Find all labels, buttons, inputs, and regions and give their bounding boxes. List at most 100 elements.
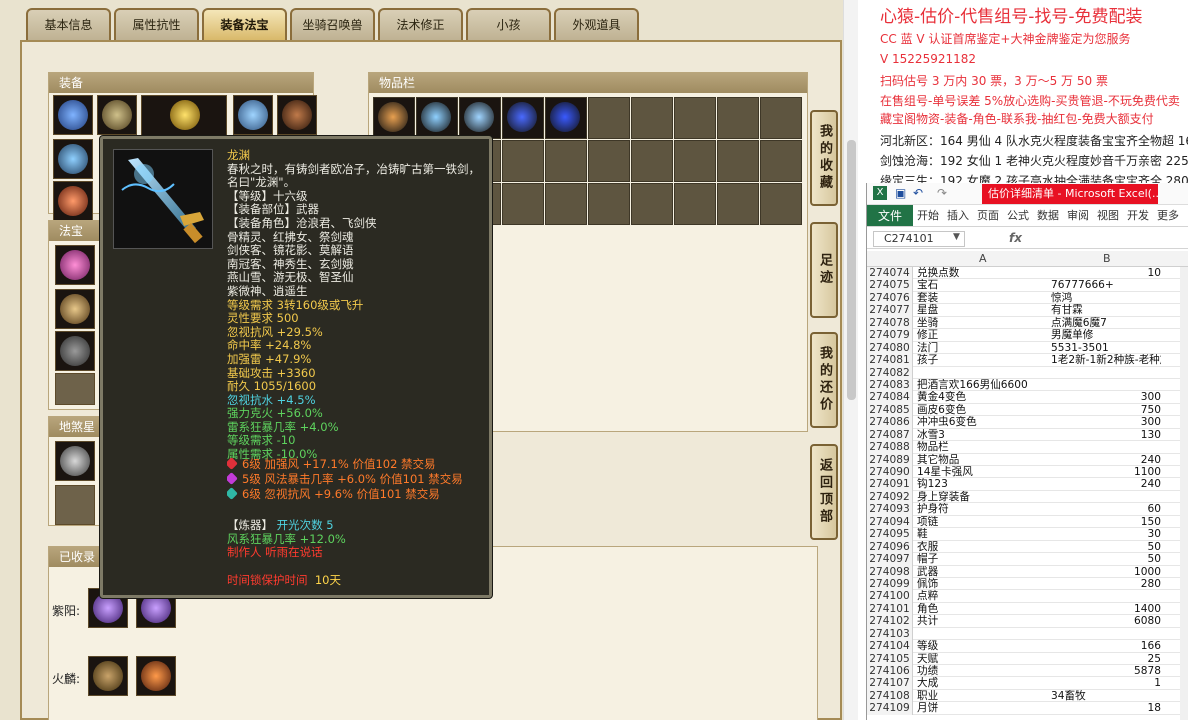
inventory-slot[interactable]	[674, 140, 716, 182]
ribbon-tab[interactable]: 插入	[943, 205, 973, 226]
cell-a[interactable]: 修正	[917, 329, 1049, 341]
tab-0[interactable]: 基本信息	[26, 8, 111, 40]
cell-b[interactable]: 76777666+	[1051, 279, 1161, 291]
row-number[interactable]: 274095	[867, 528, 913, 541]
cell-b[interactable]: 10	[1051, 267, 1161, 279]
inventory-slot[interactable]	[631, 183, 673, 225]
chevron-down-icon[interactable]: ▼	[953, 232, 960, 242]
cell-a[interactable]: 天赋	[917, 653, 1049, 665]
cell-a[interactable]: 身上穿装备	[917, 491, 1049, 503]
row-number[interactable]: 274097	[867, 553, 913, 566]
inventory-slot[interactable]	[760, 97, 802, 139]
inventory-slot[interactable]	[545, 97, 587, 139]
row-number[interactable]: 274088	[867, 441, 913, 454]
table-row[interactable]: 274092 身上穿装备	[867, 490, 1188, 504]
table-row[interactable]: 274100 点粹	[867, 590, 1188, 603]
cell-a[interactable]: 鞋	[917, 528, 1049, 540]
row-number[interactable]: 274079	[867, 329, 913, 342]
row-number[interactable]: 274104	[867, 640, 913, 653]
cell-a[interactable]: 其它物品	[917, 454, 1049, 466]
table-row[interactable]: 274093 护身符 60	[867, 503, 1188, 516]
cell-a[interactable]: 钩123	[917, 478, 1049, 490]
cell-b[interactable]: 30	[1051, 528, 1161, 540]
fabao-slot[interactable]	[55, 373, 95, 405]
table-row[interactable]: 274074 兑换点数 10	[867, 267, 1188, 280]
inventory-slot[interactable]	[588, 183, 630, 225]
save-icon[interactable]: ▣	[895, 186, 906, 200]
cell-b[interactable]: 50	[1051, 541, 1161, 553]
table-row[interactable]: 274086 冲冲虫6变色 300	[867, 416, 1188, 429]
cell-b[interactable]: 150	[1051, 516, 1161, 528]
row-number[interactable]: 274075	[867, 279, 913, 292]
row-number[interactable]: 274083	[867, 378, 913, 392]
row-number[interactable]: 274094	[867, 515, 913, 529]
equip-slot[interactable]	[141, 95, 227, 137]
row-number[interactable]: 274081	[867, 354, 913, 367]
collected-slot[interactable]	[88, 656, 128, 696]
inventory-slot[interactable]	[717, 140, 759, 182]
row-number[interactable]: 274077	[867, 304, 913, 317]
row-number[interactable]: 274085	[867, 403, 913, 417]
row-number[interactable]: 274099	[867, 577, 913, 591]
cell-b[interactable]: 点满魔6魔7	[1051, 317, 1161, 329]
table-row[interactable]: 274095 鞋 30	[867, 528, 1188, 541]
row-number[interactable]: 274080	[867, 341, 913, 355]
table-row[interactable]: 274079 修正 男魔单修	[867, 329, 1188, 342]
cell-a[interactable]: 角色	[917, 603, 1049, 615]
side-button-favorites[interactable]: 我的收藏	[810, 110, 838, 206]
table-row[interactable]: 274097 帽子 50	[867, 553, 1188, 566]
cell-b[interactable]: 25	[1051, 653, 1161, 665]
inventory-slot[interactable]	[502, 140, 544, 182]
tab-4[interactable]: 法术修正	[378, 8, 463, 40]
cell-a[interactable]: 画皮6变色	[917, 404, 1049, 416]
ribbon-tab[interactable]: 开发	[1123, 205, 1153, 226]
cell-a[interactable]: 冲冲虫6变色	[917, 416, 1049, 428]
row-number[interactable]: 274106	[867, 665, 913, 678]
cell-a[interactable]: 14星卡强风	[917, 466, 1049, 478]
ribbon-tab[interactable]: 页面	[973, 205, 1003, 226]
ribbon-tab[interactable]: 开始	[913, 205, 943, 226]
table-row[interactable]: 274108 职业 34畜牧	[867, 689, 1188, 703]
table-row[interactable]: 274098 武器 1000	[867, 565, 1188, 578]
cell-b[interactable]: 1老2新-1新2种族-老种族	[1051, 354, 1161, 366]
cell-a[interactable]: 冰雪3	[917, 429, 1049, 441]
table-row[interactable]: 274094 项链 150	[867, 515, 1188, 529]
cell-a[interactable]: 共计	[917, 615, 1049, 627]
inventory-slot[interactable]	[588, 97, 630, 139]
side-button-footprint[interactable]: 足迹	[810, 222, 838, 318]
table-row[interactable]: 274107 大成 1	[867, 677, 1188, 690]
col-a-header[interactable]: A	[979, 252, 987, 265]
tab-2[interactable]: 装备法宝	[202, 8, 287, 40]
inventory-slot[interactable]	[588, 140, 630, 182]
sheet-scrollbar[interactable]	[1180, 267, 1188, 720]
row-number[interactable]: 274092	[867, 490, 913, 504]
table-row[interactable]: 274096 衣服 50	[867, 540, 1188, 554]
equip-slot[interactable]	[53, 95, 93, 135]
cell-b[interactable]: 300	[1051, 391, 1161, 403]
cell-a[interactable]: 等级	[917, 640, 1049, 652]
row-number[interactable]: 274084	[867, 391, 913, 404]
star-slot[interactable]	[55, 485, 95, 525]
row-number[interactable]: 274101	[867, 602, 913, 616]
cell-b[interactable]: 50	[1051, 553, 1161, 565]
table-row[interactable]: 274089 其它物品 240	[867, 453, 1188, 466]
inventory-slot[interactable]	[760, 183, 802, 225]
table-row[interactable]: 274088 物品栏	[867, 441, 1188, 454]
cell-a[interactable]: 星盘	[917, 304, 1049, 316]
row-number[interactable]: 274087	[867, 428, 913, 442]
inventory-slot[interactable]	[545, 183, 587, 225]
cell-a[interactable]: 孩子	[917, 354, 1049, 366]
table-row[interactable]: 274104 等级 166	[867, 640, 1188, 653]
table-row[interactable]: 274082	[867, 366, 1188, 379]
row-number[interactable]: 274082	[867, 366, 913, 379]
row-number[interactable]: 274096	[867, 540, 913, 554]
cell-a[interactable]: 点粹	[917, 590, 1049, 602]
inventory-slot[interactable]	[674, 183, 716, 225]
cell-b[interactable]: 有甘霖	[1051, 304, 1161, 316]
row-number[interactable]: 274078	[867, 316, 913, 330]
name-box[interactable]: C274101	[873, 231, 965, 247]
scrollbar-thumb[interactable]	[847, 140, 856, 400]
equip-slot[interactable]	[53, 139, 93, 179]
row-number[interactable]: 274086	[867, 416, 913, 429]
inventory-slot[interactable]	[459, 97, 501, 139]
